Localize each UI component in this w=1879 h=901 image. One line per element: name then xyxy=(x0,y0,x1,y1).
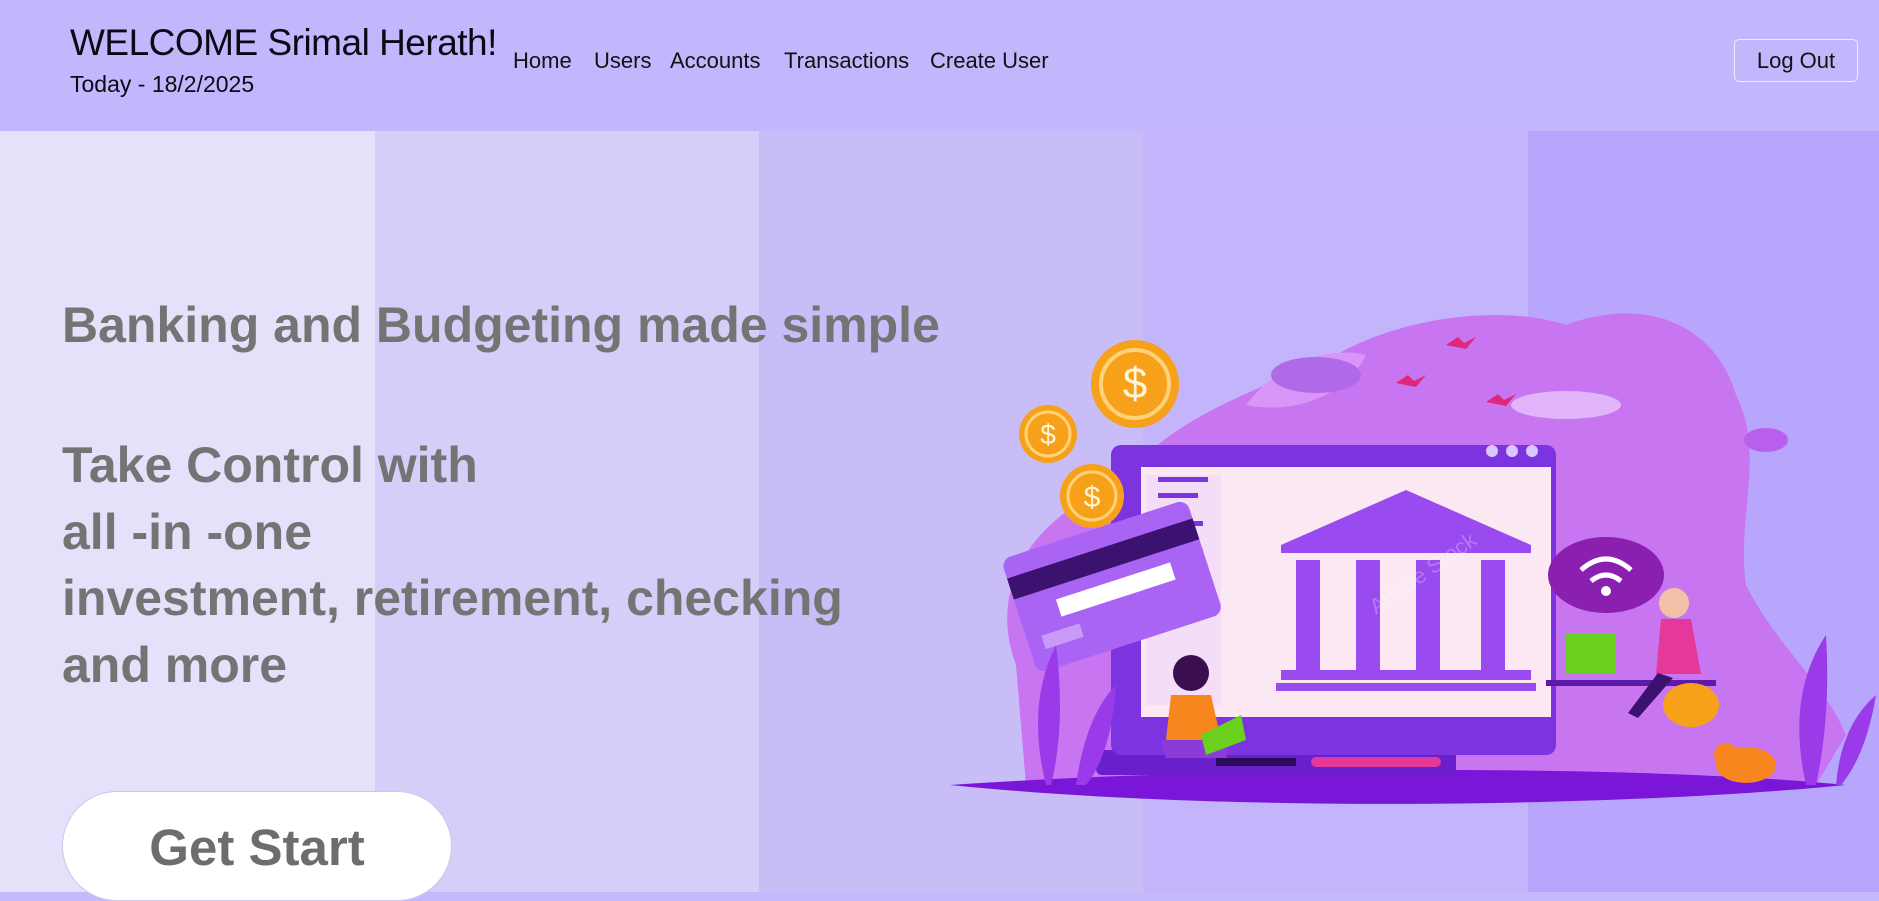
dollar-coin-icon: $ xyxy=(1091,340,1179,428)
dollar-coin-icon: $ xyxy=(1019,405,1077,463)
banking-illustration: $ $ $ Adobe Stock xyxy=(950,313,1876,804)
window-dot-icon xyxy=(1526,445,1538,457)
svg-text:$: $ xyxy=(1084,481,1101,514)
hero-headline: Banking and Budgeting made simple xyxy=(62,297,940,353)
nav-transactions[interactable]: Transactions xyxy=(784,48,909,74)
top-navbar: WELCOME Srimal Herath! Today - 18/2/2025… xyxy=(0,0,1879,131)
dollar-coin-icon: $ xyxy=(1060,464,1124,528)
welcome-title: WELCOME Srimal Herath! xyxy=(70,22,497,63)
nav-accounts[interactable]: Accounts xyxy=(670,48,761,74)
get-start-button[interactable]: Get Start xyxy=(62,791,452,901)
wifi-cloud-icon xyxy=(1548,537,1664,613)
nav-home[interactable]: Home xyxy=(513,48,572,74)
svg-text:$: $ xyxy=(1123,359,1147,408)
today-date: Today - 18/2/2025 xyxy=(70,71,255,97)
svg-text:$: $ xyxy=(1040,419,1056,450)
hero-line: Take Control with xyxy=(62,437,478,493)
nav-users[interactable]: Users xyxy=(594,48,651,74)
cloud-shape xyxy=(1744,428,1788,452)
cloud-shape xyxy=(1511,391,1621,419)
cloud-shape xyxy=(1271,357,1361,393)
hero-line: and more xyxy=(62,637,288,693)
window-dot-icon xyxy=(1486,445,1498,457)
hero-line: all -in -one xyxy=(62,504,312,560)
hero-stripe-2 xyxy=(375,131,759,892)
logout-button[interactable]: Log Out xyxy=(1734,39,1858,82)
laptop-keys xyxy=(1216,758,1296,766)
laptop-accent xyxy=(1311,757,1441,767)
window-dot-icon xyxy=(1506,445,1518,457)
hero-line: investment, retirement, checking xyxy=(62,570,843,626)
nav-create-user[interactable]: Create User xyxy=(930,48,1049,74)
